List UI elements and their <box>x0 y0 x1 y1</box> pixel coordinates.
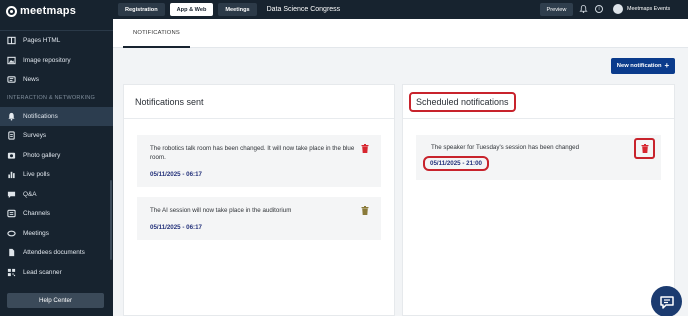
sidebar-item-qa[interactable]: Q&A <box>0 185 113 205</box>
trash-icon[interactable] <box>361 144 369 153</box>
avatar[interactable] <box>613 4 623 14</box>
chat-support-button[interactable] <box>651 286 682 316</box>
preview-button[interactable]: Preview <box>540 3 573 16</box>
photo-icon <box>7 151 16 160</box>
notifications-sent-panel: Notifications sent The robotics talk roo… <box>123 84 395 316</box>
tab-notifications[interactable]: NOTIFICATIONS <box>123 19 190 48</box>
sidebar-scrollbar[interactable] <box>110 180 112 260</box>
sidebar-item-label: Channels <box>23 210 51 218</box>
tab-registration[interactable]: Registration <box>118 3 165 16</box>
notification-text: The robotics talk room has been changed.… <box>150 145 355 161</box>
panel-header: Scheduled notifications <box>403 85 674 119</box>
logo-icon <box>6 5 17 17</box>
channels-icon <box>7 209 16 218</box>
brand-logo[interactable]: meetmaps <box>0 0 113 22</box>
chat-icon <box>659 295 674 309</box>
panel-title: Notifications sent <box>124 85 394 119</box>
new-notification-button[interactable]: New notification + <box>611 58 675 74</box>
info-icon[interactable]: i <box>595 5 603 13</box>
sidebar-item-meetings[interactable]: Meetings <box>0 224 113 244</box>
image-icon <box>7 56 16 65</box>
notification-item: The speaker for Tuesday's session has be… <box>416 135 661 180</box>
new-notification-label: New notification <box>616 63 662 69</box>
sidebar-item-image-repository[interactable]: Image repository <box>0 51 113 71</box>
sidebar-item-lead-scanner[interactable]: Lead scanner <box>0 263 113 283</box>
trash-icon <box>641 144 648 153</box>
notification-date: 05/11/2025 - 21:00 <box>423 156 489 171</box>
notifications-bell-icon[interactable] <box>579 4 588 14</box>
sidebar-item-label: Image repository <box>23 56 71 64</box>
sidebar-item-label: Q&A <box>23 190 37 198</box>
sidebar-item-surveys[interactable]: Surveys <box>0 126 113 146</box>
news-icon <box>7 75 16 84</box>
delete-button[interactable] <box>634 138 655 159</box>
sidebar-item-label: Live polls <box>23 171 50 179</box>
sidebar-item-notifications[interactable]: Notifications <box>0 106 113 126</box>
sidebar-item-channels[interactable]: Channels <box>0 204 113 224</box>
user-name[interactable]: Meetmaps Events <box>627 6 670 12</box>
bell-icon <box>7 112 16 121</box>
notification-item: The AI session will now take place in th… <box>137 197 381 240</box>
notification-text: The speaker for Tuesday's session has be… <box>431 144 580 151</box>
documents-icon <box>7 248 16 257</box>
tab-app-web[interactable]: App & Web <box>169 3 214 16</box>
trash-icon[interactable] <box>361 206 369 215</box>
panel-title: Scheduled notifications <box>409 91 516 112</box>
brand-name: meetmaps <box>20 5 77 17</box>
sidebar-item-label: Meetings <box>23 229 49 237</box>
sidebar-item-label: Lead scanner <box>23 268 62 276</box>
sidebar-section-label: INTERACTION & NETWORKING <box>7 95 96 101</box>
plus-icon: + <box>664 61 670 70</box>
sidebar-item-live-polls[interactable]: Live polls <box>0 165 113 185</box>
sidebar-item-label: Surveys <box>23 132 47 140</box>
meetings-icon <box>7 229 16 238</box>
sidebar-item-label: Notifications <box>23 112 58 120</box>
sidebar-item-news[interactable]: News <box>0 70 113 90</box>
tab-meetings[interactable]: Meetings <box>218 3 257 16</box>
sidebar-item-label: Pages HTML <box>23 37 61 45</box>
sidebar-item-photo-gallery[interactable]: Photo gallery <box>0 146 113 166</box>
sidebar-item-label: News <box>23 76 39 84</box>
qa-icon <box>7 190 16 199</box>
scheduled-notifications-panel: Scheduled notifications The speaker for … <box>402 84 675 316</box>
sub-header: NOTIFICATIONS <box>113 19 688 48</box>
help-center-button[interactable]: Help Center <box>7 293 104 308</box>
sidebar: meetmaps Pages HTML Image repository New… <box>0 0 113 316</box>
event-title: Data Science Congress <box>266 6 341 13</box>
pages-icon <box>7 36 16 45</box>
sidebar-item-label: Photo gallery <box>23 151 61 159</box>
survey-icon <box>7 131 16 140</box>
notification-date: 05/11/2025 - 06:17 <box>150 171 202 178</box>
notification-item: The robotics talk room has been changed.… <box>137 135 381 187</box>
scanner-icon <box>7 268 16 277</box>
top-bar: Registration App & Web Meetings Data Sci… <box>113 0 688 19</box>
sidebar-item-attendees-documents[interactable]: Attendees documents <box>0 243 113 263</box>
notification-date: 05/11/2025 - 06:17 <box>150 224 202 231</box>
sidebar-item-pages-html[interactable]: Pages HTML <box>0 31 113 51</box>
sidebar-item-label: Attendees documents <box>23 249 85 257</box>
notification-text: The AI session will now take place in th… <box>150 207 292 214</box>
poll-icon <box>7 170 16 179</box>
